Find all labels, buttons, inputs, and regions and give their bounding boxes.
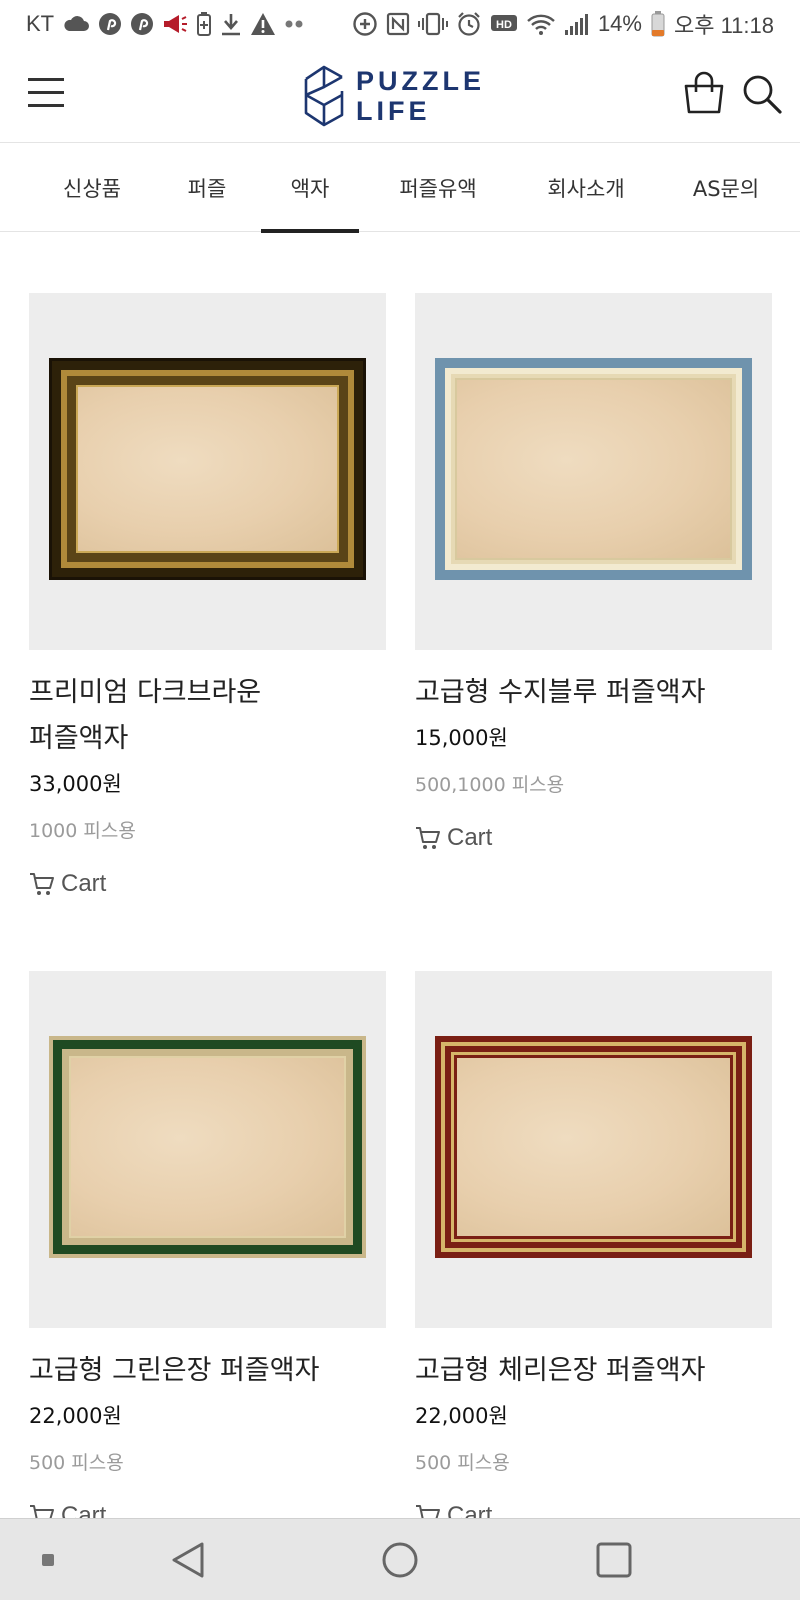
frame-image-cherry [435, 1036, 752, 1258]
cart-icon [30, 873, 54, 895]
product-note: 500 피스용 [415, 1452, 510, 1474]
frame-image-green [49, 1036, 366, 1258]
product-price: 15,000원 [415, 726, 508, 750]
carrier-label: KT [26, 11, 55, 36]
wifi-icon [526, 11, 556, 37]
product-name[interactable]: 고급형 체리은장 퍼즐액자 [415, 1348, 772, 1394]
clock: 오후 11:18 [673, 13, 774, 38]
hd-voice-icon: HD [490, 11, 518, 37]
product-name[interactable]: 고급형 그린은장 퍼즐액자 [29, 1348, 386, 1394]
product-image[interactable] [29, 293, 386, 650]
product-price: 22,000원 [29, 1404, 122, 1428]
product-card: 프리미엄 다크브라운 퍼즐액자 33,000원 1000 피스용 Cart [29, 293, 386, 900]
recent-dot-icon [42, 1554, 54, 1566]
add-to-cart-button[interactable]: Cart [29, 868, 386, 900]
tab-puzzle[interactable]: 퍼즐 [176, 143, 238, 232]
status-right: HD 14% 오후 11:18 [352, 8, 774, 40]
search-button[interactable] [740, 72, 784, 116]
tab-frame[interactable]: 액자 [261, 143, 359, 233]
tab-puzzle-glue[interactable]: 퍼즐유액 [388, 143, 488, 232]
battery-icon [650, 11, 666, 37]
product-card: 고급형 그린은장 퍼즐액자 22,000원 500 피스용 Cart [29, 971, 386, 1532]
recents-button[interactable] [574, 1519, 654, 1600]
product-name-line-1: 프리미엄 다크브라운 [29, 677, 262, 708]
product-image[interactable] [415, 293, 772, 650]
product-note: 500,1000 피스용 [415, 774, 565, 796]
product-name[interactable]: 프리미엄 다크브라운 퍼즐액자 [29, 670, 386, 762]
product-card: 고급형 수지블루 퍼즐액자 15,000원 500,1000 피스용 Cart [415, 293, 772, 854]
add-to-cart-button[interactable]: Cart [415, 822, 772, 854]
frame-image-dark-brown [49, 358, 366, 580]
product-image[interactable] [415, 971, 772, 1328]
cart-label: Cart [447, 824, 493, 851]
product-image[interactable] [29, 971, 386, 1328]
shopping-bag-icon [684, 71, 724, 114]
tab-new[interactable]: 신상품 [50, 143, 134, 232]
svg-text:HD: HD [496, 19, 512, 31]
logo-text: PUZZLE LIFE [356, 66, 485, 126]
product-name[interactable]: 고급형 수지블루 퍼즐액자 [415, 670, 772, 716]
vibrate-icon [417, 11, 448, 37]
system-nav-bar [0, 1518, 800, 1600]
menu-button[interactable] [28, 78, 66, 110]
tab-as-inquiry[interactable]: AS문의 [682, 143, 770, 232]
nfc-icon [386, 11, 410, 37]
category-tabs: 신상품 퍼즐 액자 퍼즐유액 회사소개 AS문의 [0, 143, 800, 233]
tab-company[interactable]: 회사소개 [536, 143, 636, 232]
cloud-icon [62, 11, 90, 37]
menu-icon-bar [28, 91, 64, 94]
megaphone-icon [162, 11, 188, 37]
product-card: 고급형 체리은장 퍼즐액자 22,000원 500 피스용 Cart [415, 971, 772, 1532]
site-logo[interactable]: PUZZLE LIFE [302, 60, 502, 132]
battery-saver-icon [196, 11, 212, 37]
recents-icon [596, 1542, 632, 1578]
cart-icon [416, 827, 440, 849]
site-header: PUZZLE LIFE [0, 48, 800, 143]
logo-line-1: PUZZLE [356, 66, 485, 96]
product-name-line-2: 퍼즐액자 [29, 723, 129, 754]
pinterest-icon [98, 11, 122, 37]
product-name-line-1: 고급형 수지블루 퍼즐액자 [415, 677, 706, 708]
status-bar: KT HD 14% 오후 11:18 [0, 0, 800, 48]
data-saver-icon [352, 11, 378, 37]
search-icon [743, 75, 782, 114]
shopping-bag-button[interactable] [682, 70, 726, 116]
home-button[interactable] [360, 1519, 440, 1600]
menu-icon-bar [28, 104, 64, 107]
product-note: 1000 피스용 [29, 820, 136, 842]
home-icon [382, 1542, 418, 1578]
logo-line-2: LIFE [356, 96, 431, 126]
product-price: 22,000원 [415, 1404, 508, 1428]
more-dots-icon [284, 11, 304, 37]
download-icon [220, 11, 242, 37]
product-note: 500 피스용 [29, 1452, 124, 1474]
status-left: KT [26, 11, 304, 37]
battery-percent: 14% [597, 11, 642, 36]
alarm-icon [456, 11, 482, 37]
warning-icon [250, 11, 276, 37]
frame-image-blue [435, 358, 752, 580]
logo-cube-icon [304, 65, 344, 127]
back-button[interactable] [148, 1519, 228, 1600]
signal-icon [564, 11, 590, 37]
back-icon [172, 1542, 204, 1578]
cart-label: Cart [61, 870, 107, 897]
product-name-line-1: 고급형 체리은장 퍼즐액자 [415, 1355, 706, 1386]
product-name-line-1: 고급형 그린은장 퍼즐액자 [29, 1355, 320, 1386]
recent-dot-button[interactable] [8, 1519, 88, 1600]
menu-icon [28, 78, 64, 81]
product-price: 33,000원 [29, 772, 122, 796]
pinterest-icon [130, 11, 154, 37]
